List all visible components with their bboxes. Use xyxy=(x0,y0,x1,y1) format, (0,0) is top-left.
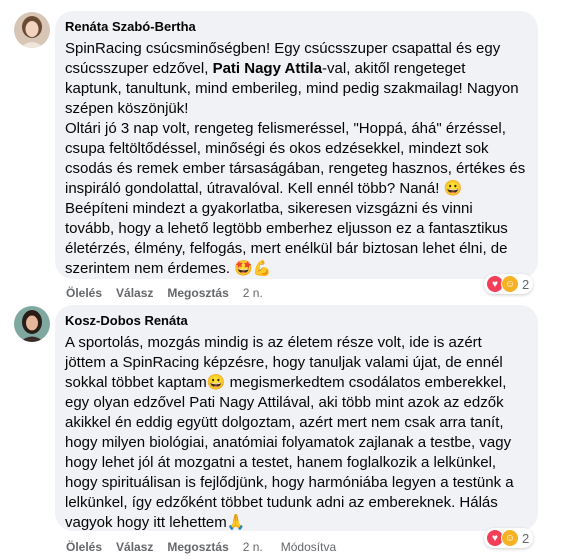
comment-author[interactable]: Renáta Szabó-Bertha xyxy=(65,19,526,35)
reaction-summary[interactable]: ♥ ☺ 2 xyxy=(484,274,534,294)
comment-actions: Ölelés Válasz Megosztás 2 n. xyxy=(66,285,277,301)
reply-button[interactable]: Válasz xyxy=(116,540,153,554)
reaction-count: 2 xyxy=(522,530,530,546)
share-button[interactable]: Megosztás xyxy=(167,540,228,554)
comment-text: A sportolás, mozgás mindig is az életem … xyxy=(65,334,518,531)
comment-bubble: Renáta Szabó-Bertha SpinRacing csúcsminő… xyxy=(55,11,538,279)
care-reaction-icon: ☺ xyxy=(501,275,519,293)
hug-reaction-button[interactable]: Ölelés xyxy=(66,540,102,554)
comment-actions: Ölelés Válasz Megosztás 2 n. Módosítva xyxy=(66,539,350,555)
comment-text: SpinRacing csúcsminőségben! Egy csúcsszu… xyxy=(65,40,526,277)
reply-button[interactable]: Válasz xyxy=(116,286,153,300)
comment-author[interactable]: Kosz-Dobos Renáta xyxy=(65,313,526,329)
comment-timestamp[interactable]: 2 n. xyxy=(243,540,263,554)
avatar[interactable] xyxy=(14,12,50,48)
reaction-count: 2 xyxy=(522,276,530,292)
reaction-summary[interactable]: ♥ ☺ 2 xyxy=(484,528,534,548)
comment-bubble: Kosz-Dobos Renáta A sportolás, mozgás mi… xyxy=(55,305,538,531)
tagged-person-link[interactable]: Pati Nagy Attila xyxy=(213,60,322,77)
comment-timestamp[interactable]: 2 n. xyxy=(243,286,263,300)
avatar[interactable] xyxy=(14,306,50,342)
share-button[interactable]: Megosztás xyxy=(167,286,228,300)
care-reaction-icon: ☺ xyxy=(501,529,519,547)
hug-reaction-button[interactable]: Ölelés xyxy=(66,286,102,300)
edited-label: Módosítva xyxy=(280,540,337,554)
